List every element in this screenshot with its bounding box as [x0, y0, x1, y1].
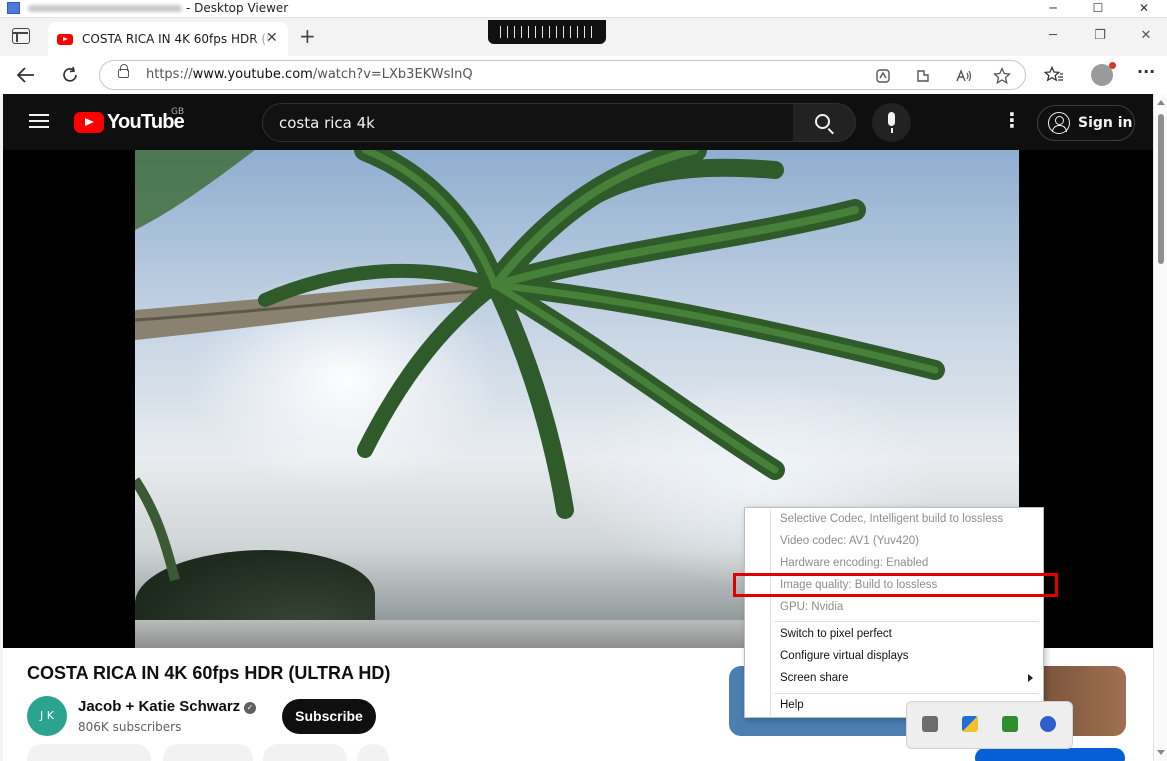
subscribe-button[interactable]: Subscribe	[282, 699, 376, 734]
outer-maximize-button[interactable]: ☐	[1075, 0, 1121, 18]
tab-youtube[interactable]: COSTA RICA IN 4K 60fps HDR (ULTRA HD) ✕	[48, 22, 288, 56]
drag-handle-grip-icon	[500, 26, 594, 38]
remote-session-drag-handle[interactable]	[488, 20, 606, 44]
outer-title-bar: - Desktop Viewer ─ ☐ ✕	[0, 0, 1167, 18]
youtube-favicon-icon	[57, 34, 73, 45]
sign-in-button[interactable]: Sign in	[1037, 105, 1135, 141]
search-icon	[815, 114, 830, 129]
remote-viewer-tray-icon[interactable]	[1040, 716, 1056, 732]
vm-tray-icon[interactable]	[922, 716, 938, 732]
menu-separator	[775, 693, 1039, 694]
microphone-icon	[888, 112, 895, 133]
tab-title: COSTA RICA IN 4K 60fps HDR (ULTRA HD)	[82, 32, 272, 46]
search-button[interactable]	[793, 103, 856, 142]
favorite-star-icon[interactable]	[993, 67, 1011, 85]
browser-restore-button[interactable]: ❐	[1077, 28, 1123, 43]
nvidia-tray-icon[interactable]	[1002, 716, 1018, 732]
viewer-context-menu: Selective Codec, Intelligent build to lo…	[744, 507, 1044, 718]
more-actions-pill[interactable]	[357, 744, 389, 761]
profile-icon[interactable]	[1091, 62, 1116, 86]
system-tray-overflow	[906, 701, 1073, 749]
channel-avatar[interactable]: J K	[27, 696, 67, 736]
settings-menu-icon[interactable]: ⋮	[1002, 108, 1022, 132]
channel-name[interactable]: Jacob + Katie Schwarz	[78, 698, 240, 715]
annotation-highlight-box	[733, 573, 1058, 597]
outer-minimize-button[interactable]: ─	[1030, 0, 1076, 18]
outer-close-button[interactable]: ✕	[1121, 0, 1167, 18]
menu-item-hardware-encoding: Hardware encoding: Enabled	[780, 557, 929, 569]
subscriber-count: 806K subscribers	[78, 720, 182, 734]
search-query: costa rica 4k	[279, 114, 375, 132]
tab-close-icon[interactable]: ✕	[266, 30, 278, 46]
sign-in-label: Sign in	[1078, 115, 1133, 131]
blurred-session-name	[28, 5, 182, 12]
browser-minimize-button[interactable]: ─	[1030, 28, 1076, 43]
desktop-viewer-app-icon	[7, 2, 20, 14]
search-input[interactable]: costa rica 4k	[262, 103, 794, 142]
lock-icon[interactable]	[118, 64, 129, 78]
menu-item-screen-share[interactable]: Screen share	[780, 672, 848, 684]
menu-item-video-codec: Video codec: AV1 (Yuv420)	[780, 535, 919, 547]
app-available-icon[interactable]	[875, 68, 891, 84]
url-text[interactable]: https://www.youtube.com/watch?v=LXb3EKWs…	[146, 67, 473, 82]
submenu-arrow-icon	[1028, 674, 1033, 682]
like-dislike-pill[interactable]	[27, 744, 151, 761]
back-icon[interactable]	[16, 66, 36, 84]
account-icon	[1048, 112, 1070, 134]
menu-separator	[775, 621, 1039, 622]
scroll-up-icon[interactable]	[1157, 100, 1165, 105]
browser-close-button[interactable]: ✕	[1123, 28, 1167, 43]
menu-item-help[interactable]: Help	[780, 699, 804, 711]
desktop-viewer-window: - Desktop Viewer ─ ☐ ✕ COSTA RICA IN 4K …	[0, 0, 1167, 761]
youtube-logo-icon[interactable]	[74, 112, 104, 133]
scroll-thumb[interactable]	[1158, 114, 1164, 264]
more-icon[interactable]: ···	[1137, 62, 1155, 81]
voice-search-button[interactable]	[872, 103, 911, 142]
menu-item-selective-codec: Selective Codec, Intelligent build to lo…	[780, 513, 1004, 525]
menu-gutter	[770, 510, 771, 716]
browser-toolbar: https://www.youtube.com/watch?v=LXb3EKWs…	[0, 56, 1167, 94]
refresh-icon[interactable]	[61, 66, 79, 84]
outer-window-title: - Desktop Viewer	[186, 1, 289, 15]
download-pill[interactable]	[263, 744, 347, 761]
read-aloud-icon[interactable]	[955, 68, 973, 84]
scroll-down-icon[interactable]	[1157, 750, 1165, 755]
page-scrollbar[interactable]	[1153, 94, 1167, 761]
video-title: COSTA RICA IN 4K 60fps HDR (ULTRA HD)	[27, 663, 391, 683]
favorites-icon[interactable]	[1044, 66, 1064, 84]
youtube-masthead: YouTube GB costa rica 4k ⋮ Sign in	[3, 94, 1153, 150]
share-pill[interactable]	[163, 744, 253, 761]
menu-item-virtual-displays[interactable]: Configure virtual displays	[780, 650, 908, 662]
address-bar[interactable]: https://www.youtube.com/watch?v=LXb3EKWs…	[99, 60, 1026, 90]
menu-item-pixel-perfect[interactable]: Switch to pixel perfect	[780, 628, 892, 640]
related-blue-button[interactable]	[975, 748, 1125, 761]
verified-check-icon: ✓	[244, 702, 256, 714]
country-code: GB	[171, 107, 185, 117]
security-warning-tray-icon[interactable]	[962, 716, 978, 732]
extensions-icon[interactable]	[915, 68, 931, 84]
menu-item-gpu: GPU: Nvidia	[780, 601, 844, 613]
new-tab-button[interactable]: +	[299, 24, 316, 48]
guide-menu-icon[interactable]	[29, 114, 49, 128]
tab-actions-icon[interactable]	[12, 28, 30, 44]
